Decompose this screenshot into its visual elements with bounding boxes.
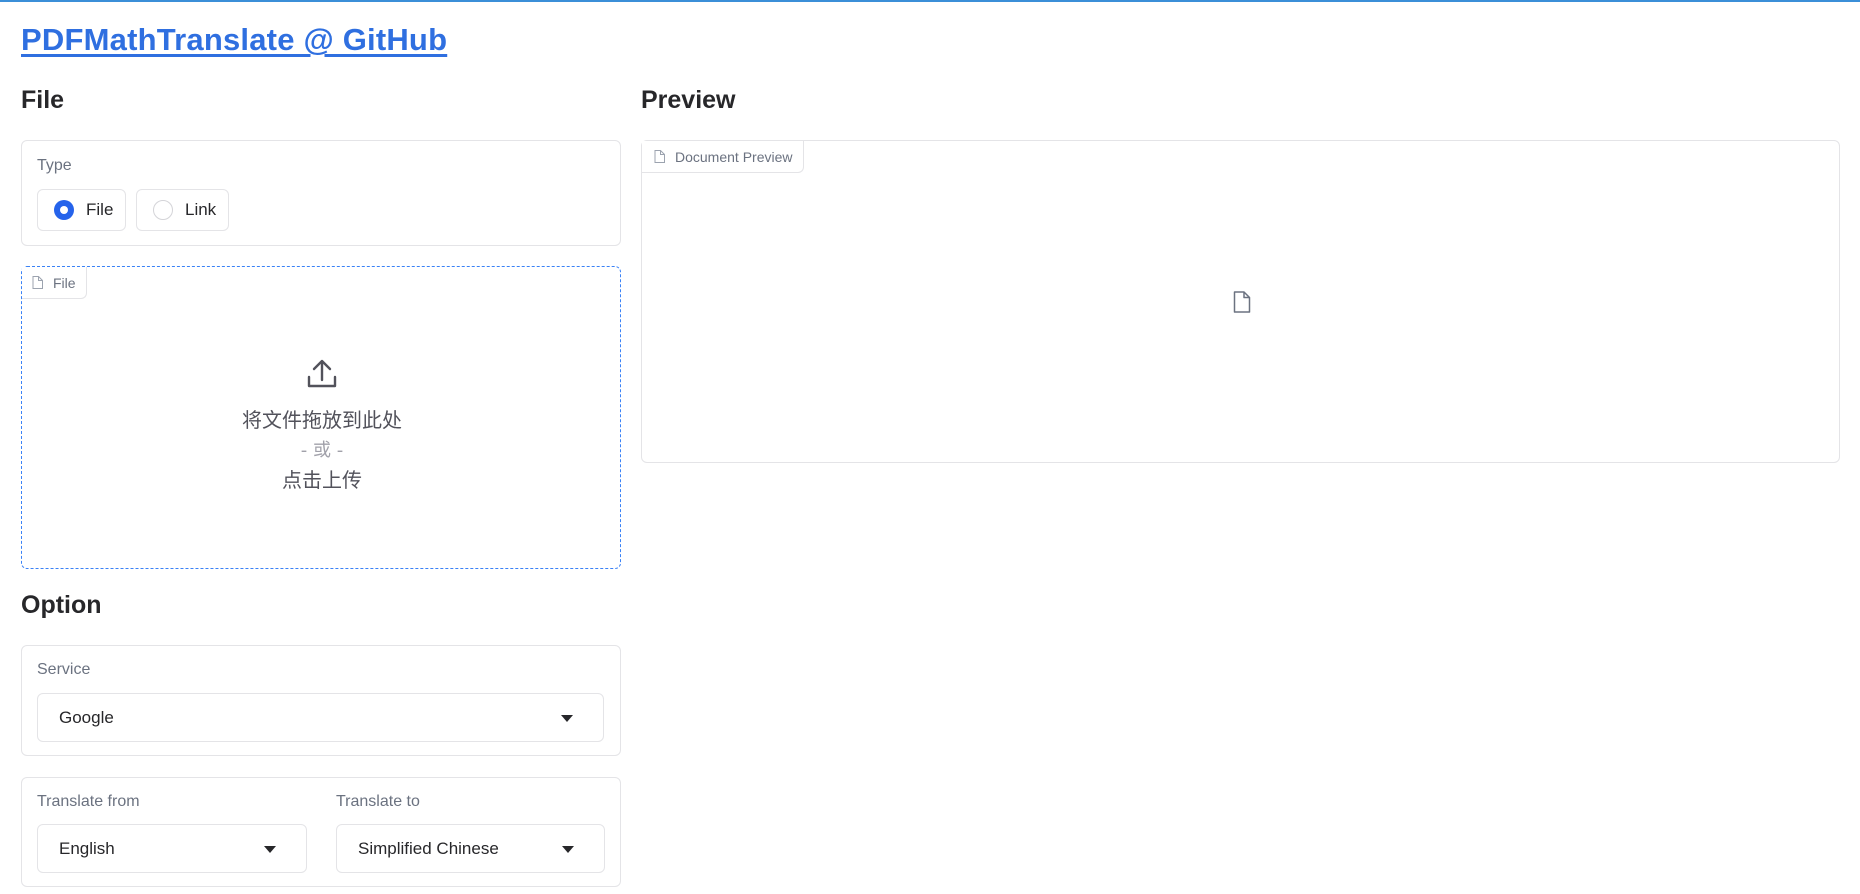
click-upload-text: 点击上传 — [282, 468, 362, 492]
chevron-down-icon — [561, 715, 573, 722]
file-upload-tag-label: File — [53, 274, 76, 291]
chevron-down-icon — [562, 846, 574, 853]
radio-file[interactable]: File — [37, 189, 126, 231]
radio-checked-indicator — [54, 200, 74, 220]
document-preview-panel: Document Preview — [641, 140, 1840, 463]
radio-link-label: Link — [185, 200, 217, 219]
drop-or-text: - 或 - — [300, 440, 344, 461]
radio-unchecked-indicator — [153, 200, 173, 220]
radio-file-label: File — [86, 200, 114, 219]
service-select[interactable]: Google — [37, 693, 604, 742]
radio-link[interactable]: Link — [136, 189, 229, 231]
file-upload-dropzone[interactable]: File 将文件拖放到此处 - 或 - 点击上传 — [21, 266, 621, 569]
service-select-value: Google — [59, 707, 114, 727]
file-section-title: File — [21, 86, 65, 114]
service-panel: Service Google — [21, 645, 621, 756]
translate-from-select[interactable]: English — [37, 824, 307, 873]
translate-to-label: Translate to — [336, 793, 420, 810]
preview-section-title: Preview — [641, 86, 736, 114]
drop-text: 将文件拖放到此处 — [242, 408, 402, 432]
top-accent-bar — [0, 0, 1860, 2]
translate-to-value: Simplified Chinese — [358, 838, 499, 858]
chevron-down-icon — [264, 846, 276, 853]
translate-from-value: English — [59, 838, 115, 858]
type-panel: Type File Link — [21, 140, 621, 246]
file-upload-tag: File — [22, 267, 87, 299]
document-preview-tag: Document Preview — [642, 141, 804, 173]
document-preview-tag-label: Document Preview — [675, 148, 793, 165]
option-section-title: Option — [21, 591, 102, 619]
github-link[interactable]: PDFMathTranslate @ GitHub — [21, 22, 447, 58]
upload-icon — [307, 359, 337, 388]
language-panel: Translate from English Translate to Simp… — [21, 777, 621, 887]
file-icon — [1233, 291, 1251, 313]
translate-to-select[interactable]: Simplified Chinese — [336, 824, 605, 873]
translate-from-label: Translate from — [37, 793, 140, 810]
file-icon — [654, 150, 665, 163]
type-label: Type — [37, 157, 72, 174]
file-icon — [32, 276, 43, 289]
service-label: Service — [37, 661, 91, 678]
